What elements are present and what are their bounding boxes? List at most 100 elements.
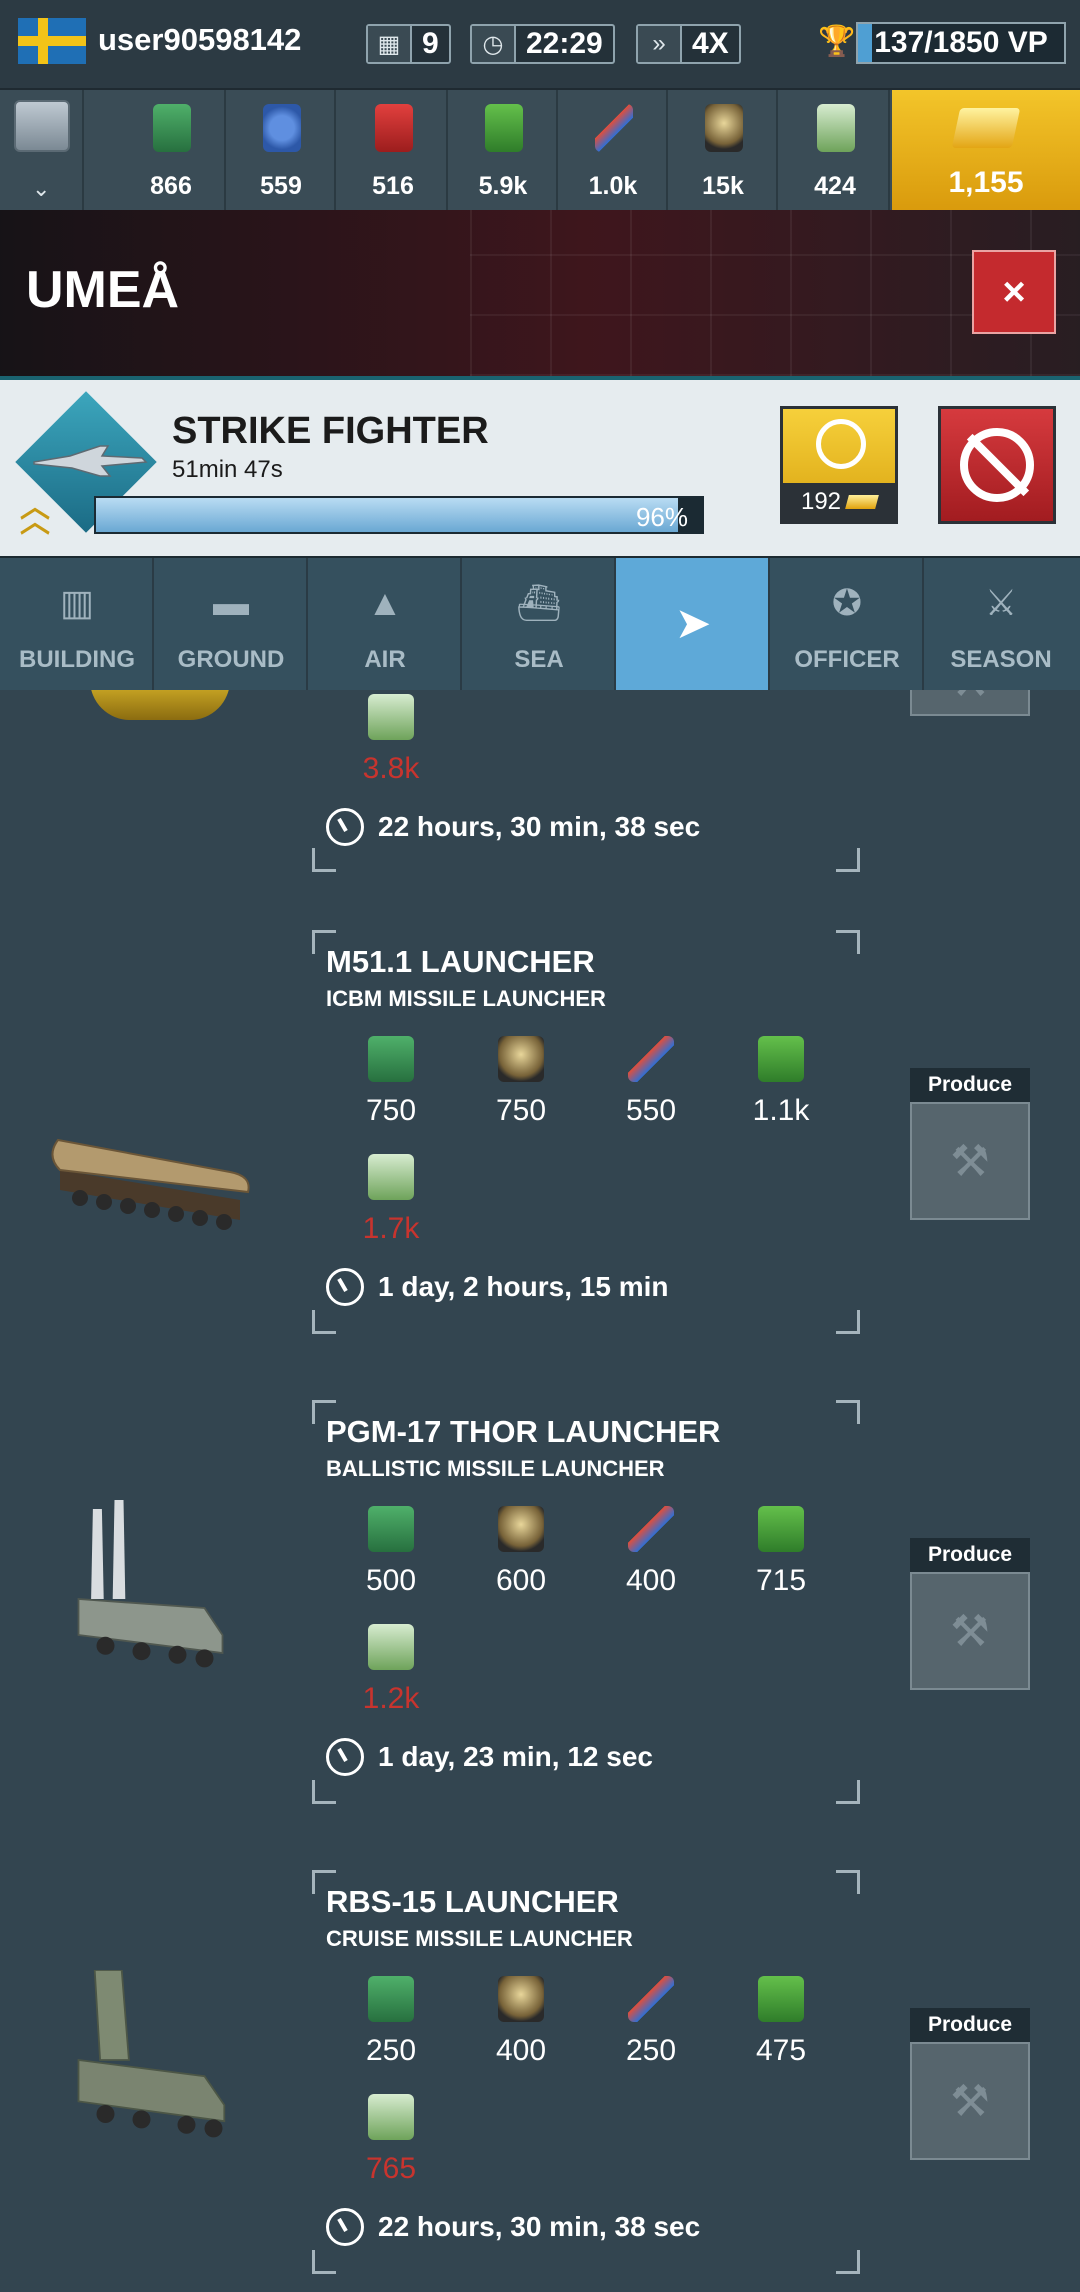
cost-electronics: 1.1k — [736, 1036, 826, 1128]
produce-button[interactable]: Produce ⚒ — [910, 1068, 1030, 1220]
production-time: 22 hours, 30 min, 38 sec — [326, 2208, 700, 2246]
resource-rare-materials[interactable]: 1.0k — [558, 90, 668, 212]
gold-balance[interactable]: 1,155 — [892, 90, 1080, 212]
clock-value: 22:29 — [526, 27, 603, 60]
resource-expand[interactable]: ⌄ — [0, 90, 84, 212]
fuel-can-icon — [375, 104, 413, 152]
progress-label: 96% — [635, 502, 688, 532]
game-speed[interactable]: » 4X — [636, 24, 741, 64]
unit-list[interactable]: 3.8k 22 hours, 30 min, 38 sec ⚒ M51.1 LA… — [0, 690, 1080, 2292]
calendar-icon: ▦ — [368, 26, 412, 62]
resource-bar: ⌄ 866 559 516 5.9k 1.0k 15k 424 1,155 — [0, 88, 1080, 212]
frame-corner — [312, 1310, 336, 1334]
cost-value: 250 — [365, 2034, 417, 2067]
tab-building[interactable]: ▥ BUILDING — [0, 558, 154, 692]
produce-icon: ⚒ — [910, 690, 1030, 716]
production-time-left: 51min 47s — [172, 456, 283, 483]
tab-missile[interactable]: ➤ — [616, 558, 770, 692]
gold-bar-icon — [845, 495, 879, 509]
produce-button[interactable]: ⚒ — [910, 690, 1030, 716]
resource-manpower[interactable]: 15k — [668, 90, 778, 212]
resource-electronics[interactable]: 5.9k — [448, 90, 558, 212]
cost-electronics: 475 — [736, 1976, 826, 2068]
ship-icon: ⛴ — [516, 582, 562, 623]
city-header: UMEÅ × — [0, 210, 1080, 376]
tank-icon: ▬ — [213, 582, 249, 623]
game-clock[interactable]: ◷ 22:29 — [470, 24, 615, 64]
resource-fuel[interactable]: 516 — [338, 90, 448, 212]
produce-icon: ⚒ — [910, 1102, 1030, 1220]
frame-corner — [836, 1310, 860, 1334]
resource-components[interactable]: 559 — [226, 90, 336, 212]
sweden-flag-icon[interactable] — [18, 18, 86, 64]
resource-value: 15k — [702, 172, 744, 200]
trophy-icon: 🏆 — [818, 25, 856, 58]
cost-rare-materials: 400 — [606, 1506, 696, 1598]
jet-icon: ▲ — [367, 582, 403, 623]
resource-money[interactable]: 424 — [780, 90, 890, 212]
cost-money: 1.7k — [346, 1154, 436, 1246]
resource-value: 1.0k — [588, 172, 638, 200]
cost-value: 715 — [755, 1564, 807, 1597]
gear-icon — [263, 104, 301, 152]
clock-icon — [326, 1268, 364, 1306]
resource-value: 424 — [814, 172, 856, 200]
chip-icon — [485, 104, 523, 152]
cost-electronics: 715 — [736, 1506, 826, 1598]
clock-icon — [326, 1738, 364, 1776]
produce-button[interactable]: Produce ⚒ — [910, 2008, 1030, 2160]
crossed-swords-icon: ⚔ — [984, 582, 1018, 623]
unit-name: M51.1 LAUNCHER — [326, 944, 595, 979]
tab-air[interactable]: ▲ AIR — [308, 558, 462, 692]
resource-value: 516 — [372, 172, 414, 200]
speed-up-button[interactable]: 192 — [780, 406, 898, 524]
cost-manpower: 750 — [476, 1036, 566, 1128]
cost-rare-materials: 550 — [606, 1036, 696, 1128]
cost-value: 600 — [495, 1564, 547, 1597]
missile-icon — [628, 1036, 674, 1082]
produce-button[interactable]: Produce ⚒ — [910, 1538, 1030, 1690]
speed-up-cost: 192 — [783, 483, 895, 521]
cash-icon — [817, 104, 855, 152]
resource-supplies[interactable]: 866 — [116, 90, 226, 212]
chip-icon — [758, 1036, 804, 1082]
username[interactable]: user90598142 — [98, 22, 301, 58]
tab-label: AIR — [364, 646, 406, 673]
app-screen: user90598142 ▦ 9 ◷ 22:29 » 4X 🏆 137/1850… — [0, 0, 1080, 2292]
frame-corner — [836, 1780, 860, 1804]
produce-icon: ⚒ — [910, 2042, 1030, 2160]
victory-points[interactable]: 137/1850 VP — [856, 22, 1066, 64]
tab-ground[interactable]: ▬ GROUND — [154, 558, 308, 692]
cash-icon — [368, 1154, 414, 1200]
cost-supplies: 750 — [346, 1036, 436, 1128]
cost-value: 550 — [625, 1094, 677, 1127]
cost-manpower: 400 — [476, 1976, 566, 2068]
clock-icon — [326, 808, 364, 846]
m51-launcher-image — [51, 1138, 250, 1230]
production-progress-bar: 96% — [94, 496, 704, 534]
missile-icon — [595, 104, 633, 152]
cost-money: 3.8k — [346, 694, 436, 786]
day-counter[interactable]: ▦ 9 — [366, 24, 451, 64]
production-queue: ︿ ︿ STRIKE FIGHTER 51min 47s 96% 192 — [0, 376, 1080, 556]
unit-card: PGM-17 THOR LAUNCHER BALLISTIC MISSILE L… — [0, 1400, 1080, 1870]
close-icon: × — [1002, 269, 1026, 314]
tab-season[interactable]: ⚔ SEASON — [924, 558, 1080, 692]
close-button[interactable]: × — [972, 250, 1056, 334]
tab-officer[interactable]: ✪ OFFICER — [770, 558, 924, 692]
tab-sea[interactable]: ⛴ SEA — [462, 558, 616, 692]
frame-corner — [312, 1780, 336, 1804]
cash-icon — [368, 1624, 414, 1670]
cancel-production-button[interactable] — [938, 406, 1056, 524]
helmet-icon — [498, 1976, 544, 2022]
cost-value: 1.1k — [752, 1094, 810, 1127]
produce-label: Produce — [910, 2008, 1030, 2042]
unit-type: ICBM MISSILE LAUNCHER — [326, 986, 606, 1011]
crate-icon — [368, 1036, 414, 1082]
cost-manpower: 600 — [476, 1506, 566, 1598]
cost-value: 3.8k — [362, 752, 420, 785]
cost-supplies: 500 — [346, 1506, 436, 1598]
cost-value: 400 — [625, 1564, 677, 1597]
cost-value: 250 — [625, 2034, 677, 2067]
helmet-icon — [498, 1036, 544, 1082]
